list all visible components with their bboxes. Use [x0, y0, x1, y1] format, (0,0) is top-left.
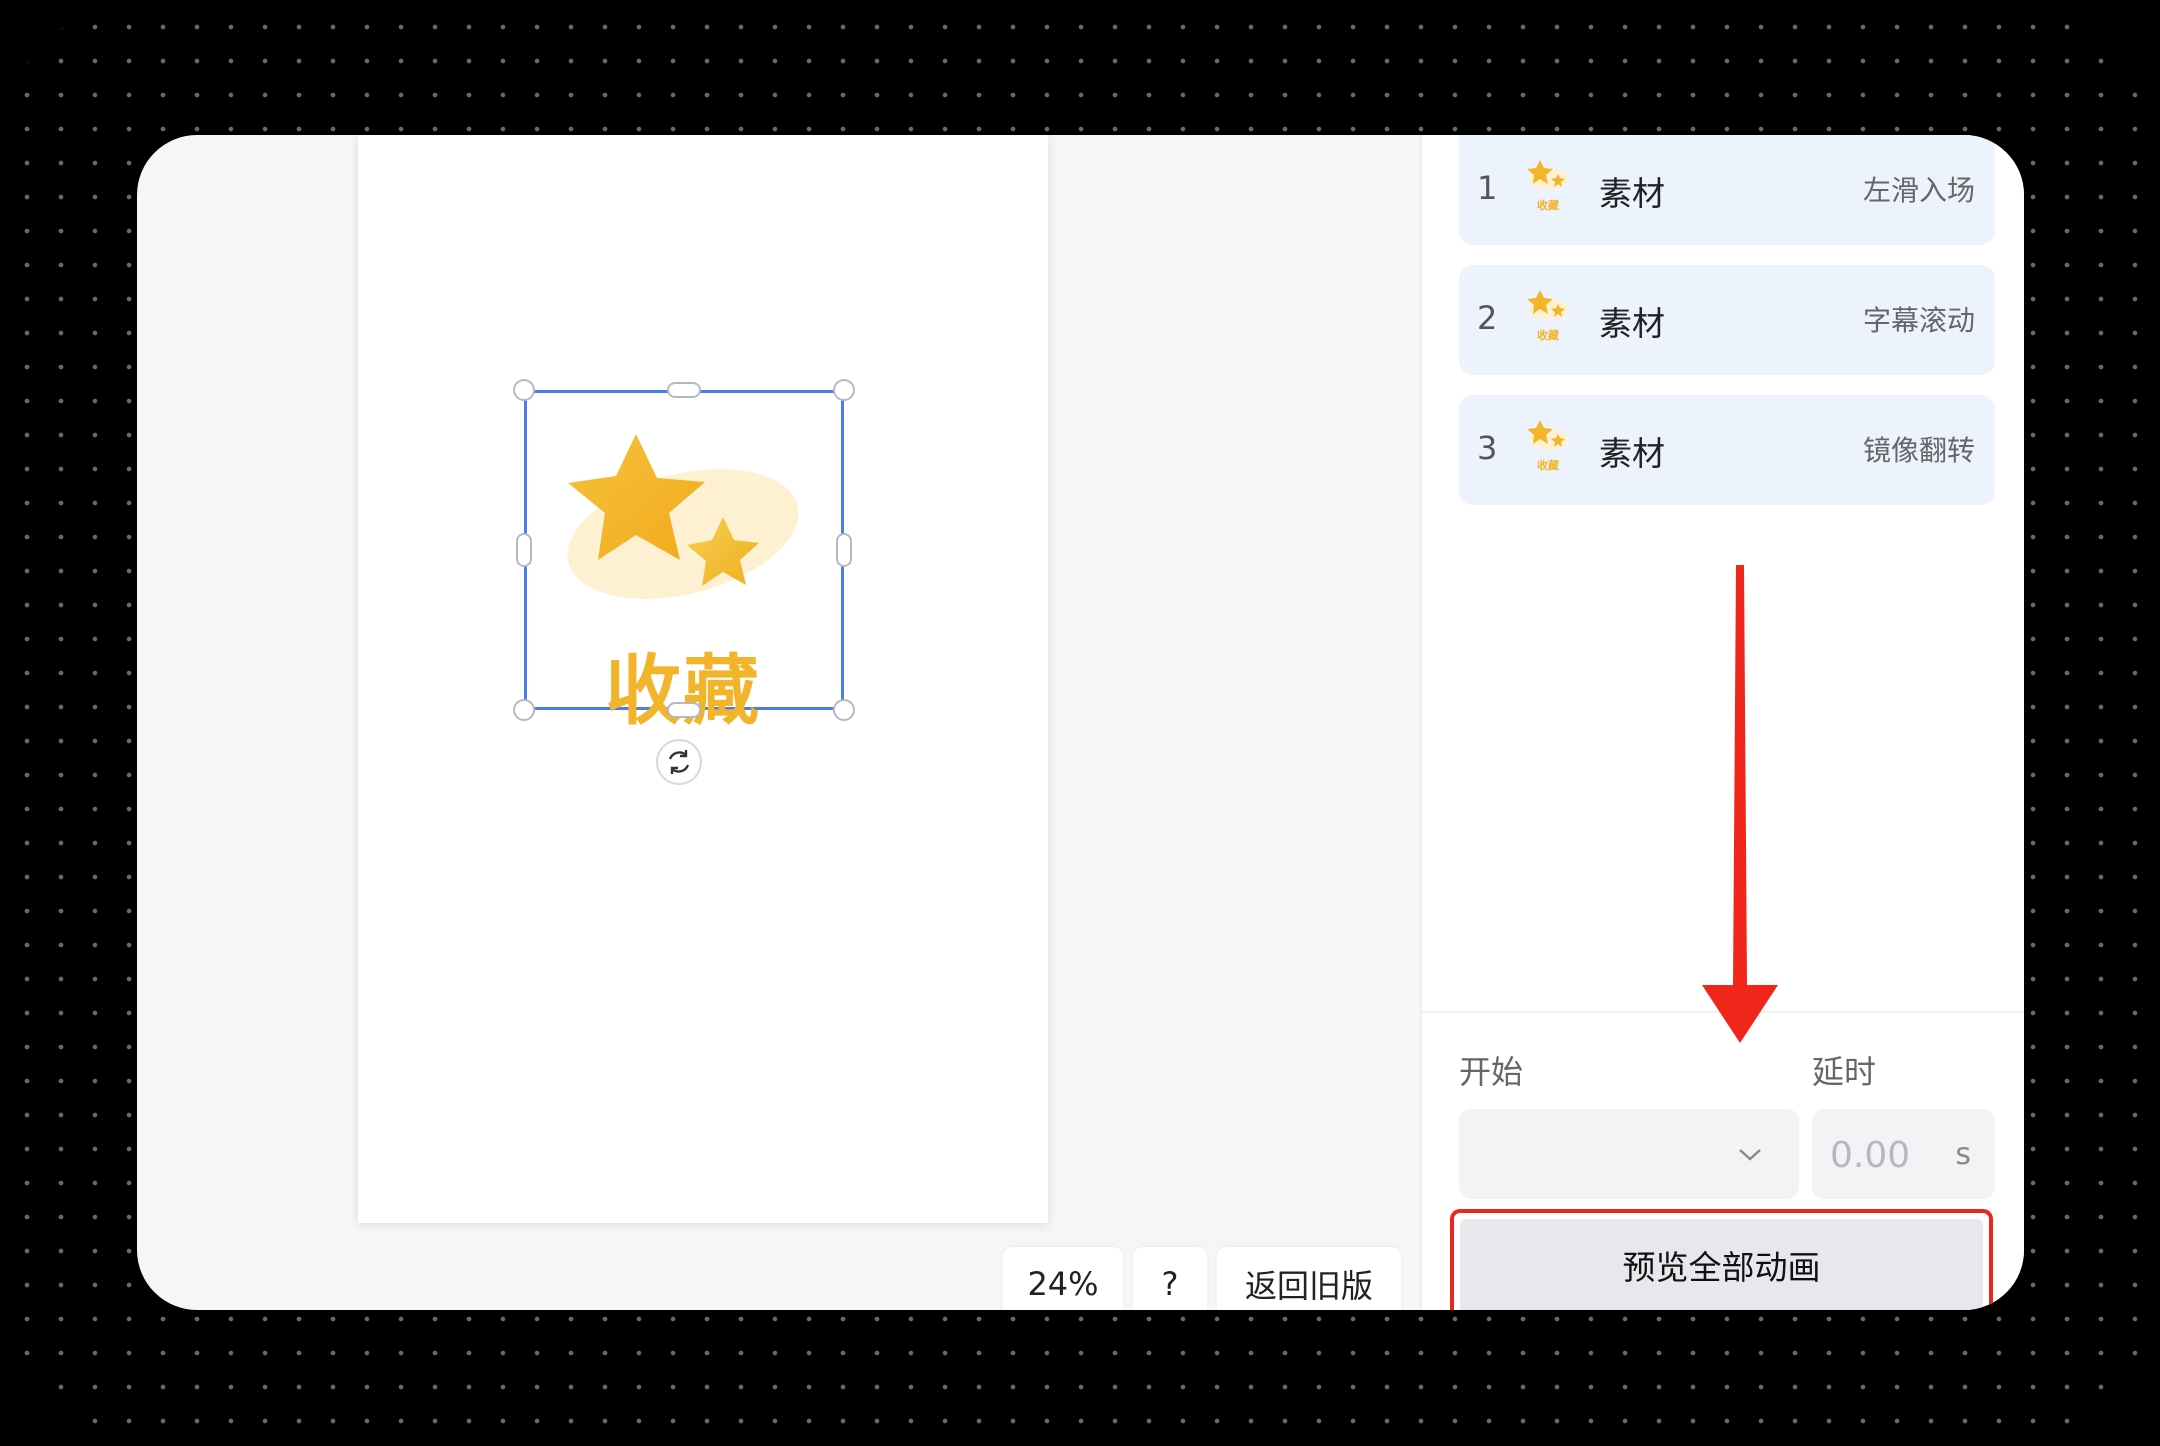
resize-handle-top-right[interactable] — [833, 379, 855, 401]
resize-handle-bottom[interactable] — [667, 702, 701, 718]
thumbnail-text: 收藏 — [1537, 199, 1559, 212]
animation-item[interactable]: 2 收藏 素材 字幕滚动 — [1459, 265, 1995, 375]
animation-target-name: 素材 — [1599, 304, 1665, 343]
animation-target-name: 素材 — [1599, 174, 1665, 213]
resize-handle-bottom-right[interactable] — [833, 699, 855, 721]
return-old-version-button[interactable]: 返回旧版 — [1217, 1247, 1401, 1310]
resize-handle-bottom-left[interactable] — [513, 699, 535, 721]
resize-handle-right[interactable] — [836, 533, 852, 567]
stars-icon — [1527, 290, 1569, 319]
delay-input-value: 0.00 — [1830, 1135, 1911, 1176]
animation-item[interactable]: 3 收藏 素材 镜像翻转 — [1459, 395, 1995, 505]
rotate-icon — [668, 750, 690, 774]
arrow-down-icon — [1702, 565, 1778, 1043]
resize-handle-top-left[interactable] — [513, 379, 535, 401]
resize-handle-top[interactable] — [667, 382, 701, 398]
animation-index: 1 — [1477, 169, 1498, 207]
chevron-down-icon — [1739, 1149, 1761, 1161]
zoom-button[interactable]: 24% — [1003, 1247, 1123, 1310]
thumbnail-text: 收藏 — [1537, 459, 1559, 472]
sticker-text: 收藏 — [605, 646, 761, 735]
delay-input[interactable]: 0.00 s — [1812, 1109, 1995, 1199]
delay-label: 延时 — [1812, 1053, 1877, 1091]
preview-highlight: 预览全部动画 — [1450, 1209, 1993, 1310]
animation-item[interactable]: 1 收藏 素材 左滑入场 — [1459, 135, 1995, 245]
material-thumbnail: 收藏 — [1525, 417, 1571, 473]
resize-handle-left[interactable] — [516, 533, 532, 567]
canvas-toolbar: 24% ? 返回旧版 — [1003, 1247, 1401, 1310]
rotate-button[interactable] — [656, 739, 702, 785]
animation-index: 3 — [1477, 429, 1498, 467]
animation-effect: 字幕滚动 — [1862, 304, 1975, 337]
material-thumbnail: 收藏 — [1525, 157, 1571, 213]
material-thumbnail: 收藏 — [1525, 287, 1571, 343]
start-label: 开始 — [1459, 1053, 1524, 1091]
favorite-sticker: 收藏 — [563, 409, 803, 735]
animation-effect: 左滑入场 — [1862, 174, 1975, 207]
artboard[interactable]: 收藏 — [358, 135, 1048, 1223]
selected-sticker[interactable]: 收藏 — [524, 390, 844, 735]
animation-list: 1 收藏 素材 左滑入场 2 收藏 素材 字幕滚动 3 收藏 素材 镜像翻转 — [1459, 135, 1995, 525]
animation-target-name: 素材 — [1599, 434, 1665, 473]
delay-unit: s — [1955, 1137, 1971, 1172]
animation-index: 2 — [1477, 299, 1498, 337]
preview-all-animations-button[interactable]: 预览全部动画 — [1460, 1219, 1983, 1310]
thumbnail-text: 收藏 — [1537, 329, 1559, 342]
stars-icon — [567, 434, 799, 599]
stars-icon — [1527, 420, 1569, 449]
start-select[interactable] — [1459, 1109, 1799, 1199]
animation-effect: 镜像翻转 — [1862, 434, 1975, 467]
stars-icon — [1527, 160, 1569, 189]
help-button[interactable]: ? — [1133, 1247, 1207, 1310]
